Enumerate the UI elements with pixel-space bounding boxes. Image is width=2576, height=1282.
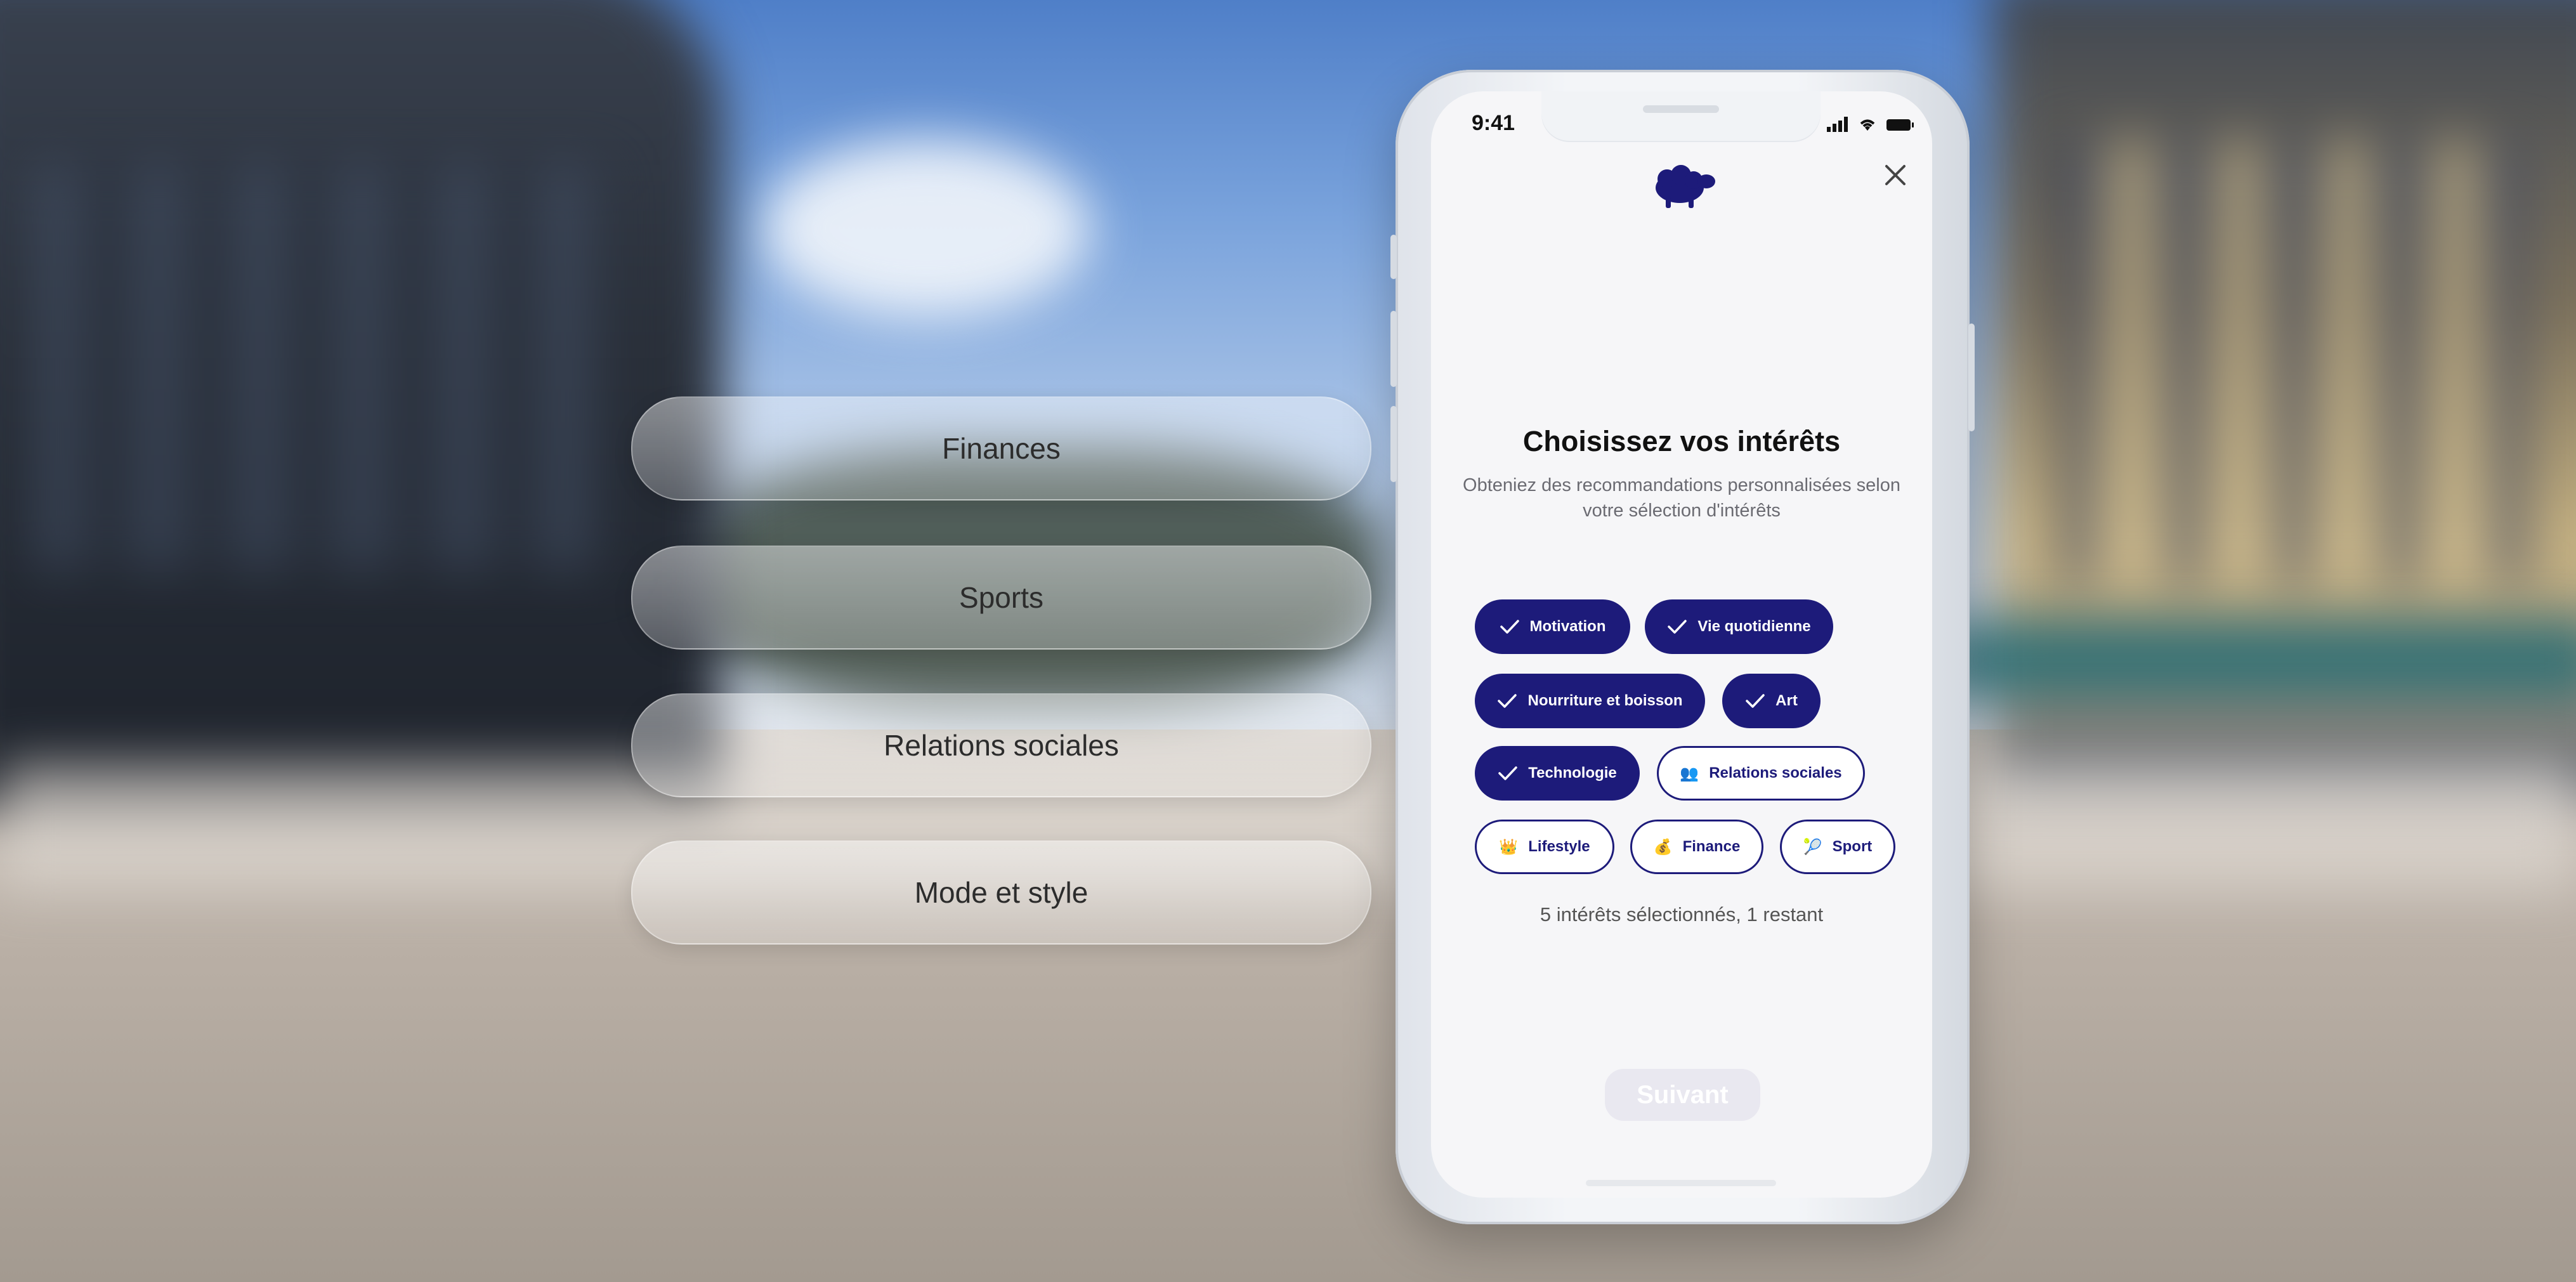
phone-speaker — [1643, 105, 1719, 113]
check-icon — [1746, 694, 1765, 708]
money-bag-icon: 💰 — [1653, 838, 1673, 856]
building-left-windows — [38, 165, 609, 571]
chip-relations-sociales[interactable]: 👥 Relations sociales — [1657, 746, 1865, 801]
cloud — [761, 140, 1091, 317]
signal-icon — [1827, 117, 1848, 132]
chip-vie-quotidienne[interactable]: Vie quotidienne — [1645, 599, 1833, 654]
wifi-icon — [1860, 119, 1875, 131]
floating-pill-label: Finances — [942, 432, 1061, 465]
battery-icon — [1886, 119, 1914, 131]
selection-count: 5 intérêts sélectionnés, 1 restant — [1540, 903, 1824, 926]
floating-pill-label: Relations sociales — [884, 729, 1119, 762]
sheep-logo-icon — [1656, 165, 1715, 208]
check-icon — [1668, 620, 1687, 634]
status-icons — [1827, 109, 1914, 132]
chip-nourriture-et-boisson[interactable]: Nourriture et boisson — [1475, 674, 1705, 728]
chip-label: Vie quotidienne — [1697, 618, 1811, 635]
phone-mute-switch — [1390, 235, 1397, 279]
home-indicator — [1586, 1180, 1776, 1186]
tennis-ball-icon: 🎾 — [1803, 838, 1822, 856]
floating-pill-mode: Mode et style — [631, 840, 1371, 945]
floating-pill-finances: Finances — [631, 396, 1371, 500]
building-right-windows — [2056, 140, 2538, 584]
floating-pill-label: Mode et style — [914, 876, 1089, 909]
chip-art[interactable]: Art — [1722, 674, 1821, 728]
check-icon — [1500, 620, 1519, 634]
chip-label: Sport — [1832, 838, 1873, 855]
chip-label: Technologie — [1528, 764, 1617, 782]
chip-label: Lifestyle — [1528, 838, 1590, 855]
close-icon — [1885, 165, 1906, 185]
check-icon — [1498, 694, 1517, 708]
floating-pill-label: Sports — [959, 581, 1043, 614]
chip-motivation[interactable]: Motivation — [1475, 599, 1630, 654]
chip-label: Art — [1775, 692, 1798, 709]
awning — [1942, 622, 2576, 698]
chip-label: Relations sociales — [1709, 764, 1842, 782]
people-icon: 👥 — [1680, 764, 1699, 782]
status-time: 9:41 — [1472, 111, 1515, 135]
crown-icon: 👑 — [1499, 838, 1519, 856]
chip-label: Nourriture et boisson — [1527, 692, 1683, 709]
floating-pill-sports: Sports — [631, 546, 1371, 650]
check-icon — [1498, 766, 1517, 780]
chip-label: Finance — [1682, 838, 1741, 855]
chip-finance[interactable]: 💰 Finance — [1630, 820, 1763, 874]
phone-volume-down — [1390, 406, 1397, 482]
phone-notch — [1541, 91, 1821, 141]
page-subtitle: Obteniez des recommandations personnalis… — [1463, 475, 1900, 521]
chip-label: Motivation — [1529, 618, 1606, 635]
chip-lifestyle[interactable]: 👑 Lifestyle — [1475, 820, 1614, 874]
floating-pill-relations: Relations sociales — [631, 693, 1371, 797]
next-button[interactable]: Suivant — [1605, 1069, 1760, 1121]
close-button[interactable] — [1878, 157, 1913, 193]
chip-technologie[interactable]: Technologie — [1475, 746, 1640, 801]
phone-volume-up — [1390, 311, 1397, 387]
page-title: Choisissez vos intérêts — [1522, 425, 1841, 457]
chip-sport[interactable]: 🎾 Sport — [1780, 820, 1895, 874]
phone-power-button — [1968, 324, 1975, 431]
